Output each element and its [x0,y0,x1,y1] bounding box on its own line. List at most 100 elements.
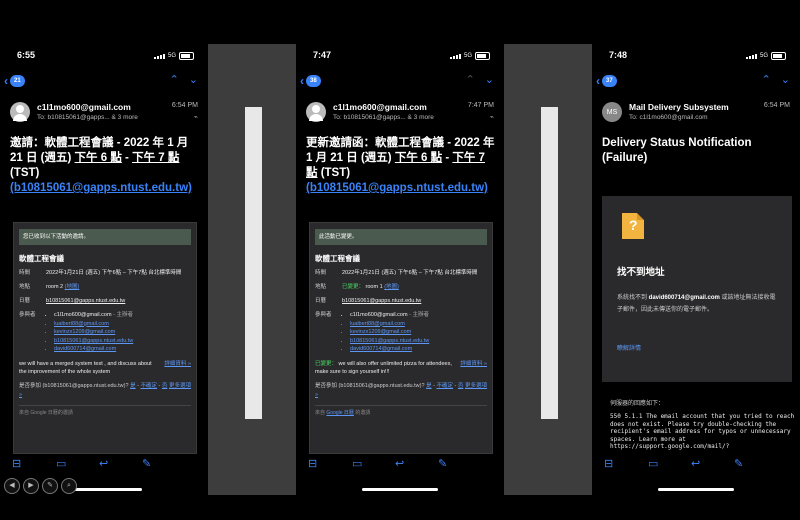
folder-icon[interactable]: ▭ [56,457,66,470]
unread-count-badge: 38 [306,75,321,87]
changed-tag: 已變更： [315,360,338,367]
sender-avatar [306,102,326,122]
recipients[interactable]: To: b10815061@gapps... & 3 more [37,114,138,121]
message-toolbar: ⊟ ▭ ↩ ✎ [0,455,208,475]
previous-message-button[interactable]: ⌃ [466,73,475,86]
message-toolbar: ⊟ ▭ ↩ ✎ [592,455,800,475]
calendar-label: 日曆 [19,298,31,304]
folder-icon[interactable]: ▭ [352,457,362,470]
sender-avatar: MS [602,102,622,122]
sent-time: 6:54 PM [171,102,198,109]
learn-more-link[interactable]: 瞭解詳情 [617,343,641,352]
map-link[interactable]: (地圖) [384,284,399,290]
compose-icon[interactable]: ✎ [142,457,151,470]
attachment-icon: ⌁ [193,114,198,121]
list-item[interactable]: b10815061@gapps.ntust.edu.tw [350,337,429,346]
map-link[interactable]: (地圖) [65,284,80,290]
mail-nav-bar: ‹ 38 ⌃ ⌄ [296,72,504,90]
time-label: 時間 [315,270,327,276]
list-item[interactable]: kevinzx1209@gmail.com [350,328,429,337]
previous-message-button[interactable]: ⌃ [170,73,179,86]
calendar-invite-card: 您已收到以下活動的邀請。 軟體工程會議 時間 2022年1月21日 (週五) 下午… [13,222,197,454]
google-calendar-link[interactable]: Google 日曆 [326,410,354,416]
subject-start-time[interactable]: 下午 6 點 [395,152,442,164]
list-item[interactable]: luaibert88@gmail.com [54,320,133,329]
back-button[interactable]: ‹ 38 [300,74,321,88]
unread-count-badge: 37 [602,75,617,87]
player-back-icon[interactable]: ◀ [4,478,20,494]
time-value: 2022年1月21日 (週五) 下午6點 – 下午7點 台北標準時間 [46,270,182,276]
folder-icon[interactable]: ▭ [648,457,658,470]
mail-nav-bar: ‹ 21 ⌃ ⌄ [0,72,208,90]
server-response-text: 550 5.1.1 The email account that you tri… [610,413,795,451]
event-description: we will have a merged system test , and … [19,360,152,375]
rsvp-no-button[interactable]: 否 [162,383,168,389]
archive-icon[interactable]: ⊟ [604,457,613,470]
subject-email-link[interactable]: (b10815061@gapps.ntust.edu.tw) [306,182,488,194]
list-item[interactable]: david600714@gmail.com [350,345,429,354]
status-bar: 6:55 5G [0,50,208,64]
player-forward-icon[interactable]: ▶ [23,478,39,494]
message-header: c1l1mo600@gmail.com To: b10815061@gapps.… [306,101,494,125]
phone-screen-3: 7:48 5G ‹ 37 ⌃ ⌄ MS Mail Delivery Subsyste… [592,0,800,495]
reply-icon[interactable]: ↩ [395,457,404,470]
rsvp-yes-button[interactable]: 是 [426,383,432,389]
zoom-icon[interactable]: ⌕ [61,478,77,494]
details-link[interactable]: 詳細資料 » [460,360,487,376]
rsvp-maybe-button[interactable]: 不確定 [140,383,157,389]
clock: 7:47 [313,50,332,60]
attachment-icon: ⌁ [489,114,494,121]
chevron-left-icon: ‹ [596,74,600,88]
reply-icon[interactable]: ↩ [691,457,700,470]
rsvp-row: 是否參加 (b10815061@gapps.ntust.edu.tw)? 是 -… [19,382,191,398]
failure-body: 系統找不到 david600714@gmail.com 或該地址無法接收電子郵件… [617,295,776,313]
list-item[interactable]: b10815061@gapps.ntust.edu.tw [54,337,133,346]
previous-message-button[interactable]: ⌃ [762,73,771,86]
archive-icon[interactable]: ⊟ [12,457,21,470]
list-item[interactable]: luaibert88@gmail.com [350,320,429,329]
subject-email-link[interactable]: (b10815061@gapps.ntust.edu.tw) [10,182,192,194]
archive-icon[interactable]: ⊟ [308,457,317,470]
bottom-strip [0,495,800,520]
next-message-button[interactable]: ⌄ [781,73,790,86]
list-item: c1l1mo600@gmail.com - 主辦者 [350,311,429,320]
message-subject: 邀請：軟體工程會議 - 2022 年 1 月 21 日 (週五) 下午 6 點 … [10,137,192,194]
battery-icon [475,52,490,60]
compose-icon[interactable]: ✎ [734,457,743,470]
list-item[interactable]: kevinzx1209@gmail.com [54,328,133,337]
subject-end-time[interactable]: 下午 7 點 [132,152,179,164]
battery-icon [771,52,786,60]
sender-name[interactable]: c1l1mo600@gmail.com [333,102,427,112]
chevron-left-icon: ‹ [300,74,304,88]
compose-icon[interactable]: ✎ [438,457,447,470]
details-link[interactable]: 詳細資料 » [164,360,191,376]
back-button[interactable]: ‹ 21 [4,74,25,88]
next-message-button[interactable]: ⌄ [485,73,494,86]
sender-name[interactable]: c1l1mo600@gmail.com [37,102,131,112]
calendar-value[interactable]: b10815061@gapps.ntust.edu.tw [46,297,125,306]
warning-icon: ? [622,213,644,239]
signal-icon [153,53,165,59]
recipients[interactable]: To: c1l1mo600@gmail.com [629,114,708,121]
calendar-value[interactable]: b10815061@gapps.ntust.edu.tw [342,297,421,306]
message-header: MS Mail Delivery Subsystem To: c1l1mo600… [602,101,790,125]
calendar-label: 日曆 [315,298,327,304]
rsvp-no-button[interactable]: 否 [458,383,464,389]
list-item[interactable]: david600714@gmail.com [54,345,133,354]
subject-start-time[interactable]: 下午 6 點 [75,152,122,164]
rsvp-maybe-button[interactable]: 不確定 [436,383,453,389]
signal-icon [449,53,461,59]
sender-name[interactable]: Mail Delivery Subsystem [629,102,729,112]
home-indicator [658,488,734,491]
next-message-button[interactable]: ⌄ [189,73,198,86]
attendee-list: c1l1mo600@gmail.com - 主辦者 luaibert88@gma… [46,311,133,354]
pen-icon[interactable]: ✎ [42,478,58,494]
time-label: 時間 [19,270,31,276]
rsvp-yes-button[interactable]: 是 [130,383,136,389]
phone-screen-2: 7:47 5G ‹ 38 ⌃ ⌄ c1l1mo600@gmail.com To: b… [296,0,504,495]
recipients[interactable]: To: b10815061@gapps... & 3 more [333,114,434,121]
back-button[interactable]: ‹ 37 [596,74,617,88]
signal-icon [745,53,757,59]
reply-icon[interactable]: ↩ [99,457,108,470]
attendees-label: 參與者 [19,312,36,318]
